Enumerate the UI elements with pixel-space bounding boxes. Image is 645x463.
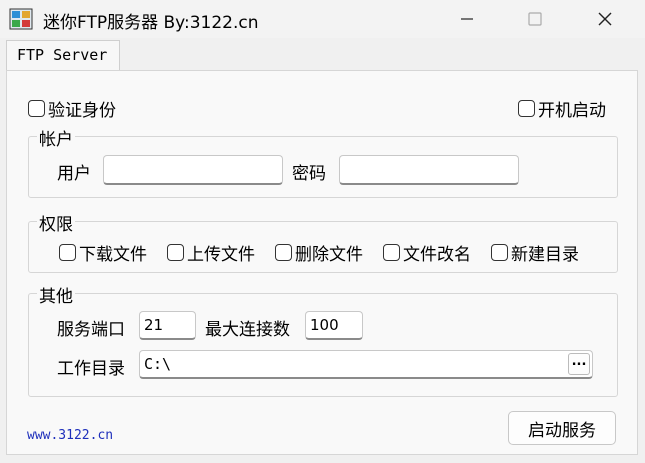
checkbox-box[interactable] <box>59 244 76 261</box>
work-directory-input[interactable]: C:\ <box>139 350 593 379</box>
close-button[interactable] <box>570 0 640 38</box>
new-directory-checkbox[interactable]: 新建目录 <box>491 240 579 265</box>
verify-identity-checkbox[interactable]: 验证身份 <box>28 96 116 121</box>
other-group <box>28 293 618 397</box>
title-bar: 迷你FTP服务器 By:3122.cn <box>0 0 645 38</box>
close-icon <box>598 12 612 26</box>
port-input[interactable]: 21 <box>139 311 196 340</box>
account-group-title: 帐户 <box>37 125 75 150</box>
minimize-button[interactable] <box>432 0 502 38</box>
checkbox-box[interactable] <box>28 100 45 117</box>
verify-identity-label: 验证身份 <box>48 101 116 121</box>
tab-ftp-server[interactable]: FTP Server <box>6 40 120 71</box>
password-input[interactable] <box>339 155 519 185</box>
checkbox-box[interactable] <box>491 244 508 261</box>
delete-files-label: 删除文件 <box>295 245 363 265</box>
user-input[interactable] <box>103 155 283 185</box>
browse-button[interactable]: ... <box>568 353 590 375</box>
max-connections-input[interactable]: 100 <box>305 311 363 340</box>
checkbox-box[interactable] <box>518 100 535 117</box>
ellipsis-icon: ... <box>571 354 587 369</box>
new-directory-label: 新建目录 <box>511 245 579 265</box>
upload-files-label: 上传文件 <box>187 245 255 265</box>
minimize-icon <box>461 18 473 20</box>
other-group-title: 其他 <box>37 282 75 307</box>
autostart-checkbox[interactable]: 开机启动 <box>518 96 606 121</box>
maximize-button[interactable] <box>500 0 570 38</box>
delete-files-checkbox[interactable]: 删除文件 <box>275 240 363 265</box>
rename-files-label: 文件改名 <box>403 245 471 265</box>
app-icon <box>9 8 33 30</box>
checkbox-box[interactable] <box>167 244 184 261</box>
port-label: 服务端口 <box>57 320 125 340</box>
window-title: 迷你FTP服务器 By:3122.cn <box>43 13 259 33</box>
start-service-button[interactable]: 启动服务 <box>508 411 616 445</box>
work-directory-label: 工作目录 <box>57 359 125 379</box>
website-link[interactable]: www.3122.cn <box>27 428 113 443</box>
max-connections-label: 最大连接数 <box>205 320 290 340</box>
password-label: 密码 <box>292 164 326 184</box>
download-files-label: 下载文件 <box>79 245 147 265</box>
download-files-checkbox[interactable]: 下载文件 <box>59 240 147 265</box>
rename-files-checkbox[interactable]: 文件改名 <box>383 240 471 265</box>
autostart-label: 开机启动 <box>538 101 606 121</box>
user-label: 用户 <box>57 164 91 184</box>
upload-files-checkbox[interactable]: 上传文件 <box>167 240 255 265</box>
permissions-group-title: 权限 <box>37 210 75 235</box>
checkbox-box[interactable] <box>275 244 292 261</box>
checkbox-box[interactable] <box>383 244 400 261</box>
maximize-icon <box>528 12 542 26</box>
